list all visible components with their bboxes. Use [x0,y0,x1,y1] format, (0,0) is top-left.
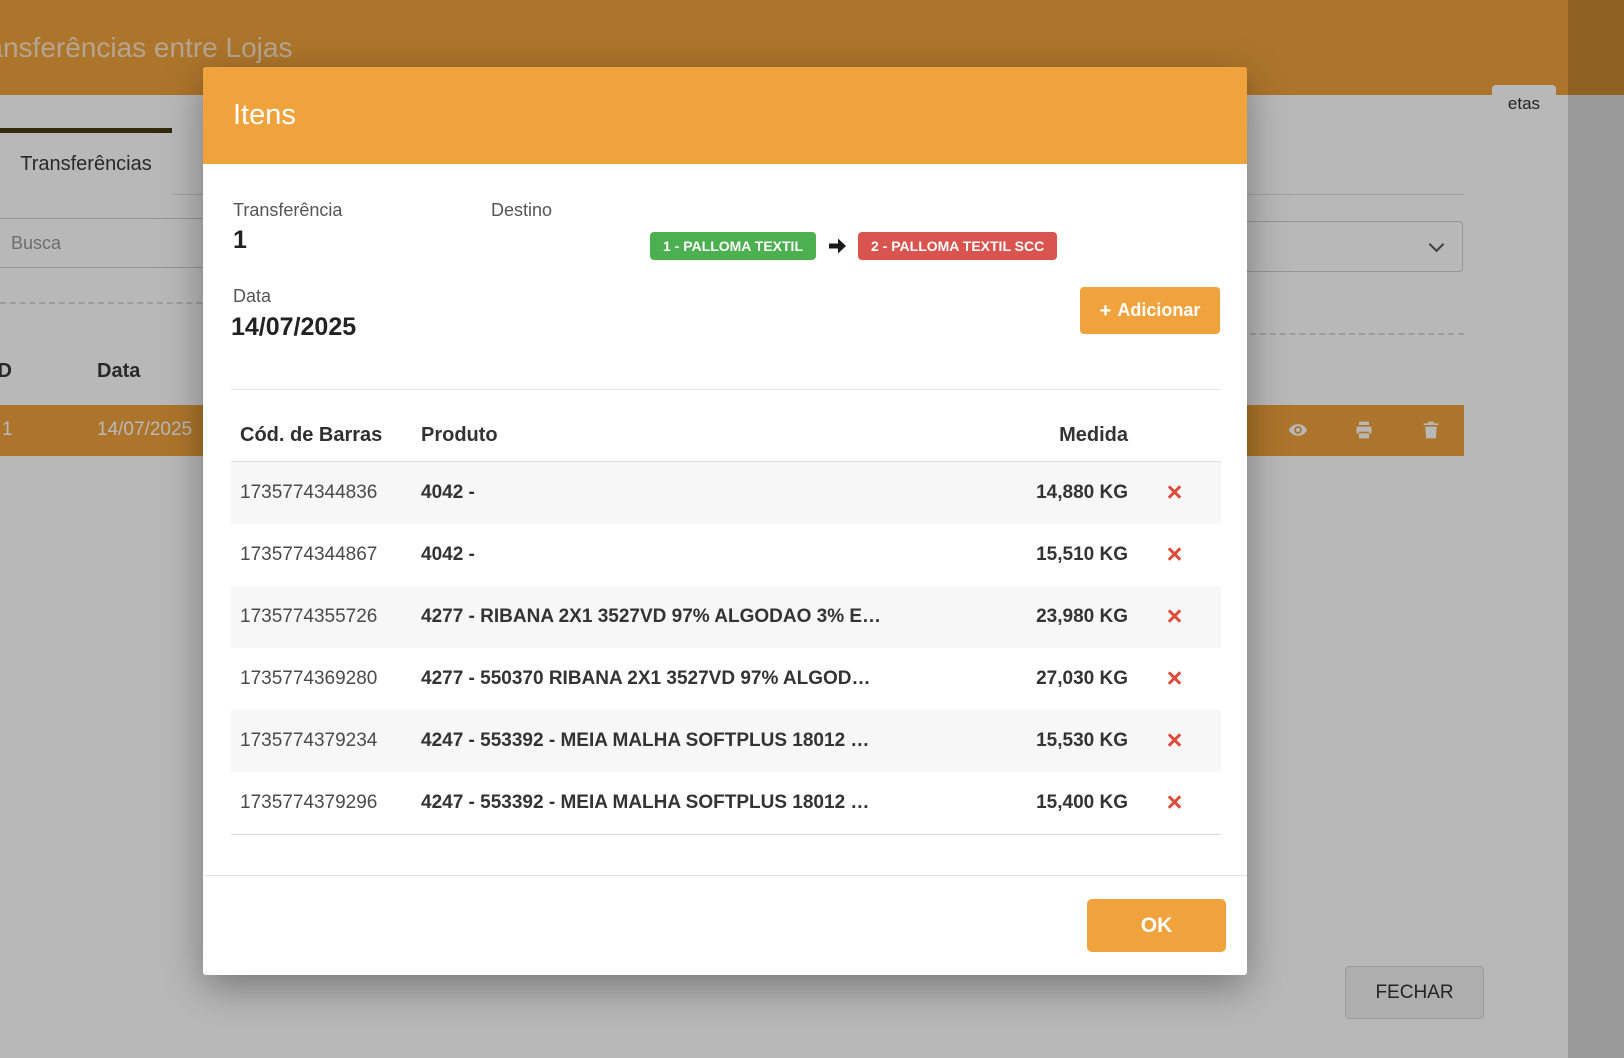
item-barcode: 1735774379234 [231,730,412,752]
item-medida: 15,510 KG [978,544,1128,566]
transferencia-label: Transferência [233,200,342,221]
item-produto: 4042 - [412,482,978,504]
item-medida: 23,980 KG [978,606,1128,628]
item-produto: 4247 - 553392 - MEIA MALHA SOFTPLUS 1801… [412,730,978,752]
modal-body: Transferência 1 Destino 1 - PALLOMA TEXT… [203,164,1247,975]
origin-store-badge: 1 - PALLOMA TEXTIL [650,232,816,260]
item-barcode: 1735774344867 [231,544,412,566]
plus-icon: + [1100,301,1112,321]
item-medida: 27,030 KG [978,668,1128,690]
item-medida: 15,530 KG [978,730,1128,752]
remove-item-icon[interactable]: × [1167,727,1183,754]
data-value: 14/07/2025 [231,313,356,342]
adicionar-label: Adicionar [1117,300,1200,321]
item-row: 1735774344836 4042 - 14,880 KG × [231,462,1221,524]
destino-badges: 1 - PALLOMA TEXTIL 2 - PALLOMA TEXTIL SC… [650,232,1057,260]
item-row: 1735774379234 4247 - 553392 - MEIA MALHA… [231,710,1221,772]
remove-item-icon[interactable]: × [1167,603,1183,630]
modal-header: Itens [203,67,1247,164]
item-barcode: 1735774355726 [231,606,412,628]
remove-item-icon[interactable]: × [1167,479,1183,506]
item-row: 1735774379296 4247 - 553392 - MEIA MALHA… [231,772,1221,834]
section-divider [231,389,1221,390]
item-produto: 4277 - RIBANA 2X1 3527VD 97% ALGODAO 3% … [412,606,978,628]
footer-divider [203,875,1247,876]
item-medida: 14,880 KG [978,482,1128,504]
remove-item-icon[interactable]: × [1167,789,1183,816]
items-table: Cód. de Barras Produto Medida 1735774344… [231,410,1221,835]
item-barcode: 1735774369280 [231,668,412,690]
ok-button[interactable]: OK [1087,899,1226,952]
col-medida-header: Medida [978,424,1128,447]
data-label: Data [233,286,271,307]
remove-item-icon[interactable]: × [1167,665,1183,692]
items-table-header: Cód. de Barras Produto Medida [231,410,1221,462]
modal-title: Itens [233,99,296,132]
item-medida: 15,400 KG [978,792,1128,814]
destino-label: Destino [491,200,552,221]
screen: Transferências entre Lojas etas Transfer… [0,0,1624,1058]
item-produto: 4042 - [412,544,978,566]
item-barcode: 1735774344836 [231,482,412,504]
remove-item-icon[interactable]: × [1167,541,1183,568]
item-row: 1735774355726 4277 - RIBANA 2X1 3527VD 9… [231,586,1221,648]
item-row: 1735774344867 4042 - 15,510 KG × [231,524,1221,586]
item-produto: 4277 - 550370 RIBANA 2X1 3527VD 97% ALGO… [412,668,978,690]
col-barcode-header: Cód. de Barras [231,424,412,447]
col-produto-header: Produto [412,424,978,447]
transferencia-value: 1 [233,226,247,255]
destination-store-badge: 2 - PALLOMA TEXTIL SCC [858,232,1057,260]
itens-modal: Itens Transferência 1 Destino 1 - PALLOM… [203,67,1247,975]
adicionar-button[interactable]: + Adicionar [1080,287,1220,334]
item-barcode: 1735774379296 [231,792,412,814]
item-produto: 4247 - 553392 - MEIA MALHA SOFTPLUS 1801… [412,792,978,814]
arrow-right-icon [825,234,849,258]
item-row: 1735774369280 4277 - 550370 RIBANA 2X1 3… [231,648,1221,710]
